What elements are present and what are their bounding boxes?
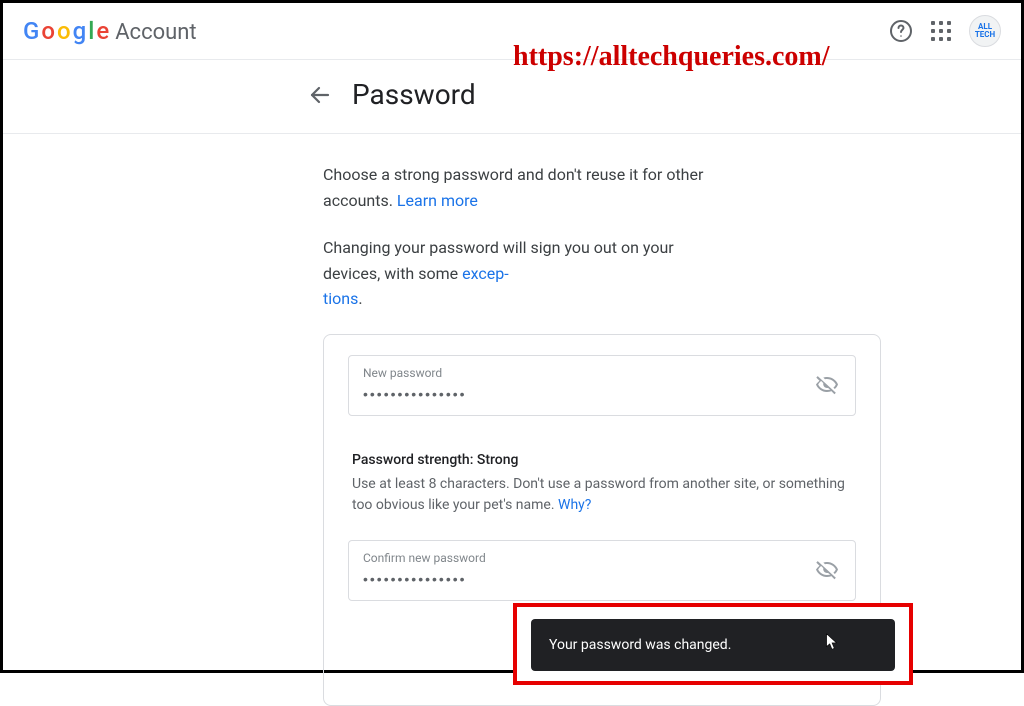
intro-text: Choose a strong password and don't reuse…	[323, 162, 723, 213]
toast-message: Your password was changed.	[549, 637, 731, 653]
new-password-field[interactable]: New password •••••••••••••••	[348, 355, 856, 416]
new-password-value: •••••••••••••••	[363, 386, 467, 402]
cursor-icon	[825, 633, 839, 651]
page-title: Password	[352, 78, 476, 111]
intro-line1: Choose a strong password and don't reuse…	[323, 165, 703, 210]
logo-letter: g	[73, 17, 87, 45]
logo-letter: o	[57, 17, 71, 45]
logo-letter: e	[96, 17, 109, 45]
product-name: Account	[115, 20, 196, 45]
confirm-password-field[interactable]: Confirm new password •••••••••••••••	[348, 540, 856, 601]
logo[interactable]: Google Account	[23, 17, 197, 45]
help-icon[interactable]	[889, 19, 913, 43]
confirm-password-value: •••••••••••••••	[363, 571, 467, 587]
app-header: Google Account ALL TECH	[3, 3, 1021, 60]
confirm-password-label: Confirm new password	[363, 551, 801, 565]
logo-letter: o	[41, 17, 55, 45]
intro-text-2: Changing your password will sign you out…	[323, 235, 723, 312]
why-link[interactable]: Why?	[558, 497, 591, 513]
visibility-off-icon[interactable]	[815, 373, 839, 397]
strength-title: Password strength: Strong	[352, 452, 852, 468]
apps-icon[interactable]	[931, 21, 951, 41]
strength-section: Password strength: Strong Use at least 8…	[348, 422, 856, 540]
logo-letter: l	[88, 17, 94, 45]
learn-more-link[interactable]: Learn more	[397, 191, 478, 210]
strength-desc: Use at least 8 characters. Don't use a p…	[352, 474, 852, 516]
visibility-off-icon[interactable]	[815, 558, 839, 582]
header-actions: ALL TECH	[889, 15, 1001, 47]
page-title-row: Password	[3, 60, 1021, 134]
watermark-overlay: https://alltechqueries.com/	[513, 41, 830, 73]
toast: Your password was changed.	[531, 619, 895, 671]
new-password-label: New password	[363, 366, 801, 380]
back-arrow-icon[interactable]	[308, 83, 332, 107]
logo-letter: G	[23, 17, 39, 45]
avatar[interactable]: ALL TECH	[969, 15, 1001, 47]
